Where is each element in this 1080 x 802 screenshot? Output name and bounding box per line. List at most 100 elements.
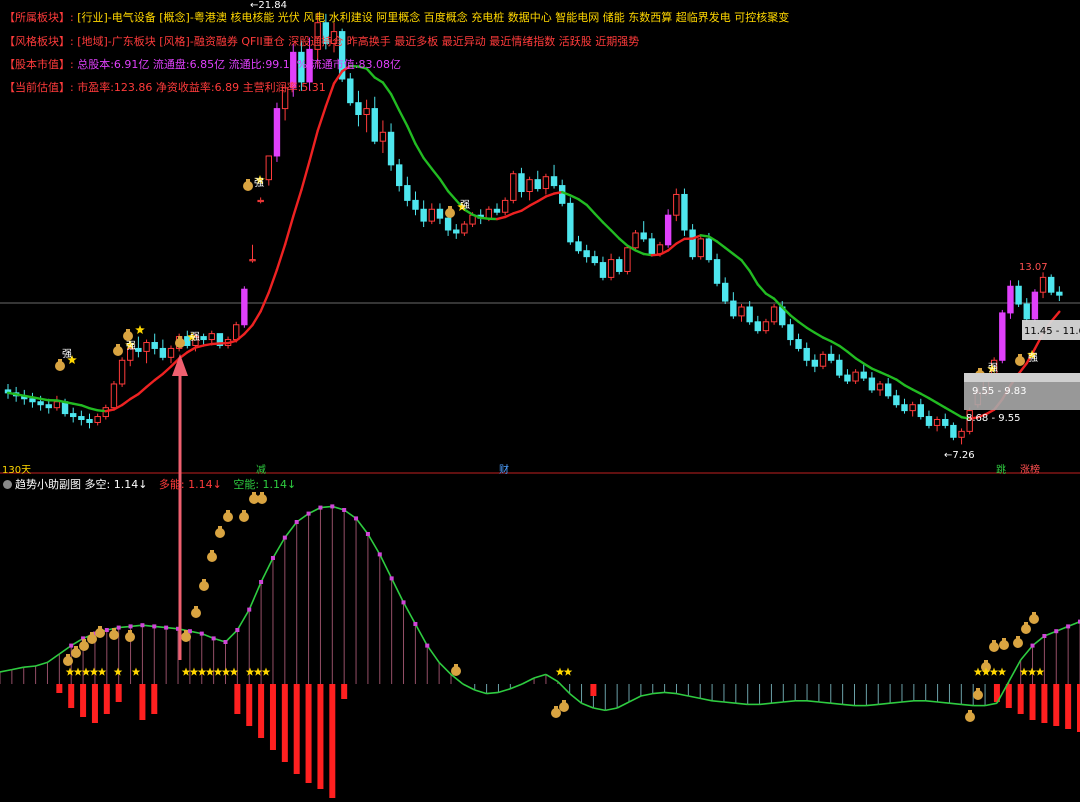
indicator-segment — [831, 703, 843, 704]
indicator-segment — [617, 702, 629, 708]
short-value: 空能: 1.14↓ — [233, 478, 296, 491]
candle-body — [812, 360, 817, 366]
energy-bar — [1030, 684, 1036, 720]
bag-body — [551, 708, 561, 718]
zone-middle-cap — [964, 373, 1080, 382]
candle — [837, 354, 842, 378]
bag-neck — [128, 630, 132, 633]
ma-segment — [416, 144, 424, 158]
indicator-dot — [425, 644, 429, 648]
bag-body — [63, 656, 73, 666]
ma-segment — [391, 94, 399, 110]
candle-body — [160, 348, 165, 357]
candle-body — [1040, 277, 1045, 292]
candle — [682, 189, 687, 236]
candle-body — [723, 283, 728, 301]
candle-body — [38, 402, 43, 405]
energy-bar — [104, 684, 110, 714]
candle — [568, 197, 573, 244]
moving-average — [8, 66, 1059, 419]
candle — [413, 192, 418, 216]
bag-body — [79, 641, 89, 651]
style-info: 【风格板块】: [地域]-广东板块 [风格]-融资融券 QFII重仓 深股通持仓… — [4, 33, 639, 49]
ma-segment — [636, 250, 644, 254]
energy-bar — [270, 684, 276, 750]
bag-body — [55, 361, 65, 371]
ma-segment — [839, 346, 847, 352]
stock-chart[interactable]: 强强强强强强强 【所属板块】: [行业]-电气设备 [概念]-粤港澳 核电核能 … — [0, 0, 1080, 798]
indicator-bars — [0, 506, 1080, 798]
ma-segment — [644, 254, 652, 255]
ma-segment — [595, 214, 603, 223]
candle-body — [731, 301, 736, 316]
bag-body — [243, 181, 253, 191]
indicator-segment — [439, 662, 451, 674]
ma-segment — [505, 213, 513, 217]
indicator-dot — [188, 629, 192, 633]
indicator-dot — [1031, 644, 1035, 648]
indicator-segment — [985, 703, 997, 705]
indicator-segment — [534, 674, 546, 678]
indicator-dot — [390, 576, 394, 580]
energy-bar — [92, 684, 98, 723]
candle-body — [30, 399, 35, 402]
candle — [54, 396, 59, 411]
candle — [250, 245, 255, 263]
candle-body — [152, 343, 157, 349]
candle-body — [682, 194, 687, 230]
candle-body — [1016, 286, 1021, 304]
bag-neck — [246, 179, 250, 182]
ma-segment — [831, 341, 839, 345]
indicator-segment — [404, 602, 416, 624]
bag-body — [215, 528, 225, 538]
marker-limit: 涨榜 — [1020, 461, 1040, 476]
bag-neck — [968, 710, 972, 713]
indicator-dot — [117, 626, 121, 630]
indicator-segment — [546, 674, 558, 681]
energy-bar — [1065, 684, 1071, 729]
ma-segment — [98, 410, 106, 411]
star-icon — [1036, 668, 1045, 676]
energy-bar — [317, 684, 323, 789]
bag-neck — [90, 632, 94, 635]
candle-body — [372, 109, 377, 142]
money-bag-icon — [1013, 636, 1023, 648]
ma-segment — [521, 206, 529, 211]
chart-canvas[interactable]: 强强强强强强强 — [0, 0, 1080, 798]
bag-body — [109, 630, 119, 640]
candle-body — [95, 417, 100, 423]
bag-neck — [112, 628, 116, 631]
ma-segment — [554, 192, 562, 193]
candle-body — [894, 396, 899, 405]
bag-neck — [984, 660, 988, 663]
indicator-dot — [212, 636, 216, 640]
indicator-dot — [318, 506, 322, 510]
indicator-dot — [1054, 629, 1058, 633]
candle — [828, 345, 833, 363]
candle — [266, 156, 271, 186]
bag-neck — [992, 640, 996, 643]
indicator-toggle-icon[interactable] — [3, 480, 12, 489]
money-bag-icon — [123, 329, 133, 341]
bag-body — [445, 208, 455, 218]
indicator-segment — [605, 708, 617, 710]
candle-body — [959, 431, 964, 437]
strong-label: 强 — [460, 199, 470, 211]
bag-body — [257, 494, 267, 504]
capital-text: 总股本:6.91亿 流通盘:6.85亿 流通比:99.14% 流通市值:83.0… — [77, 58, 401, 71]
candle — [364, 100, 369, 133]
indicator-segment — [498, 689, 510, 693]
indicator-segment — [736, 703, 748, 704]
star-icon — [74, 668, 83, 676]
ma-segment — [807, 328, 815, 333]
energy-bar — [234, 684, 240, 714]
candle — [617, 257, 622, 275]
candle — [274, 103, 279, 162]
money-bag-icon — [113, 344, 123, 356]
bag-body — [1029, 614, 1039, 624]
candle-body — [494, 209, 499, 212]
bag-body — [965, 712, 975, 722]
candle-body — [201, 337, 206, 340]
candle-body — [429, 209, 434, 221]
money-bag-icon — [1015, 354, 1025, 366]
